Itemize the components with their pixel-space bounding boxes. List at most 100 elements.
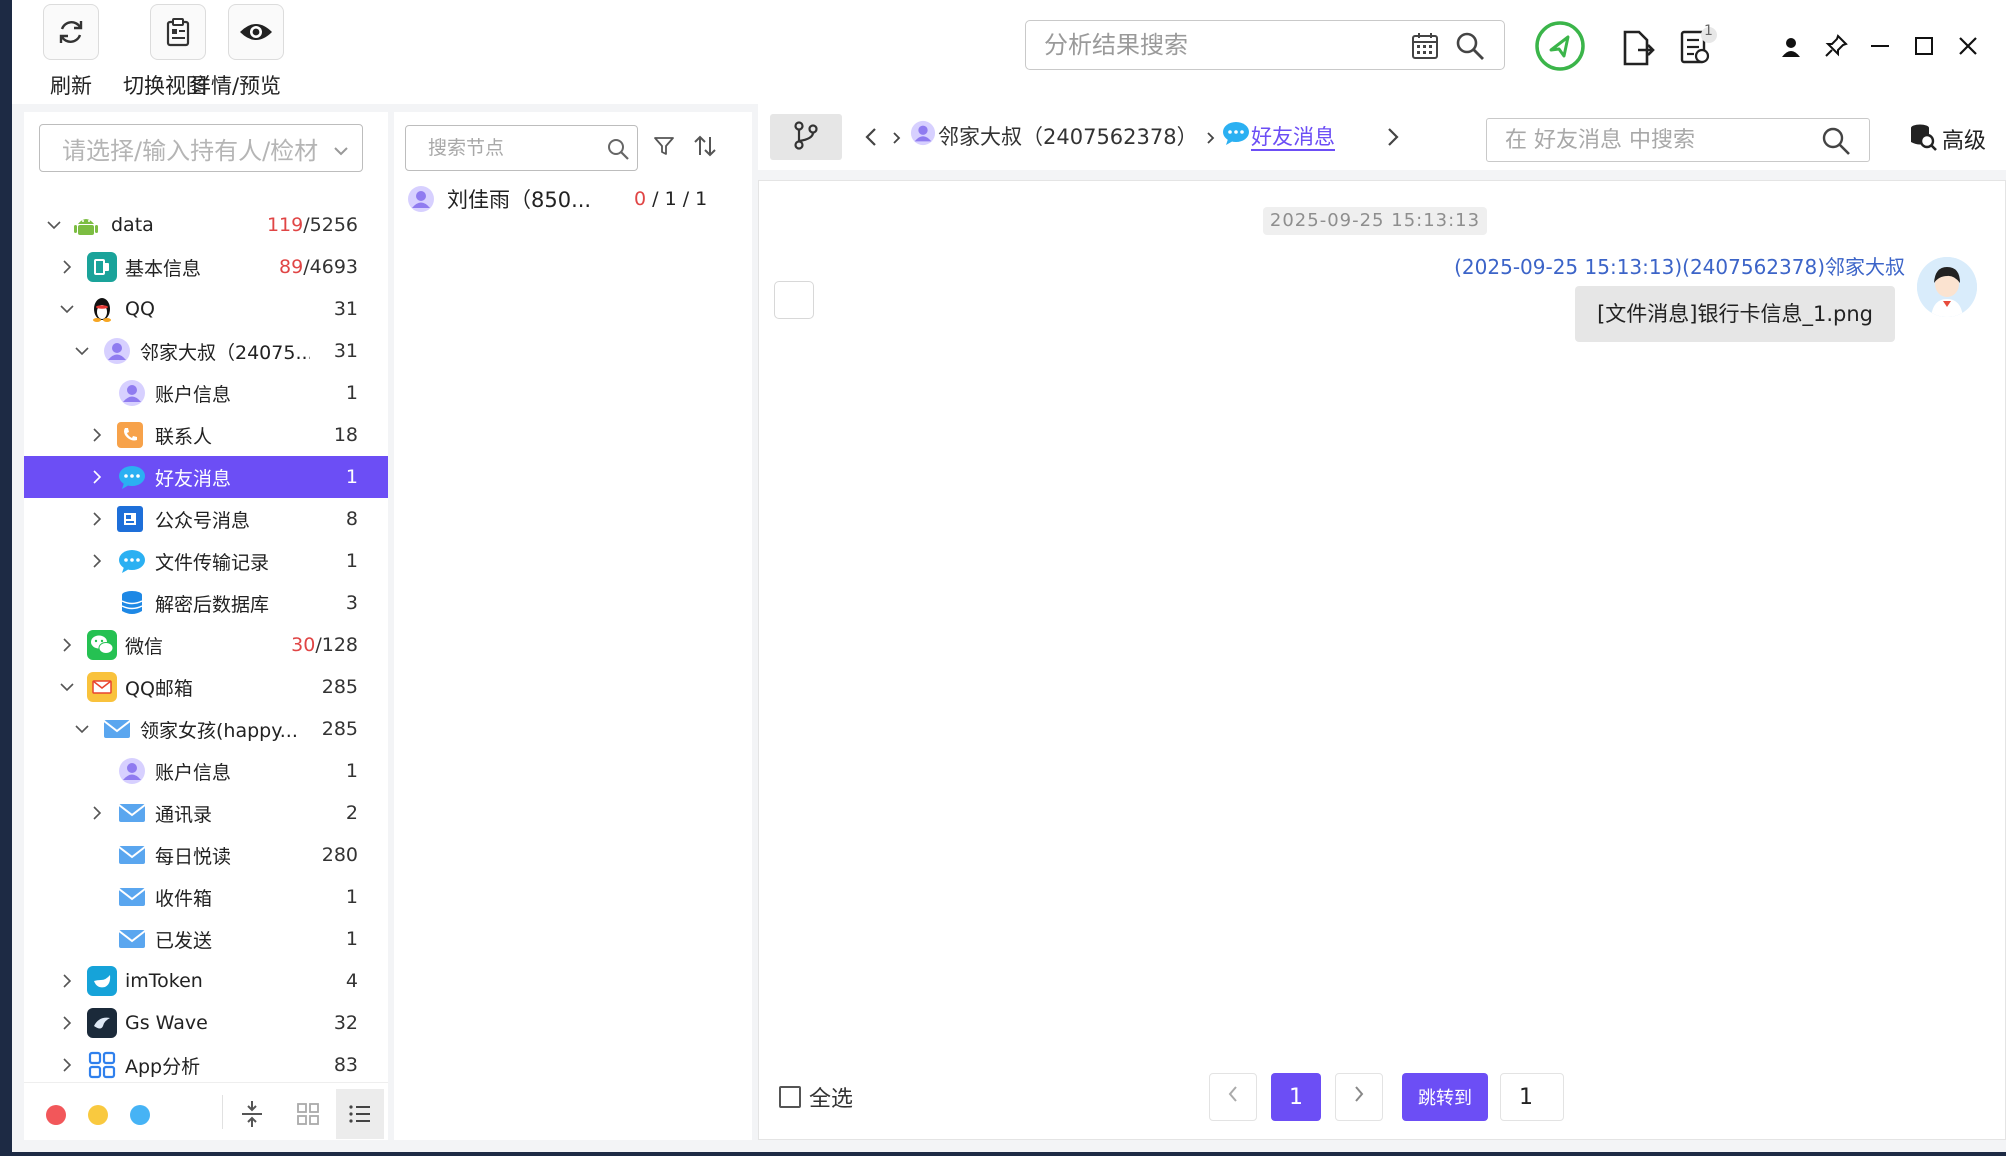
chevron-right-icon[interactable] — [57, 971, 77, 991]
jump-page-input[interactable]: 1 — [1500, 1073, 1564, 1121]
message-checkbox[interactable] — [774, 281, 814, 319]
tree-node-qq[interactable]: QQ 31 — [24, 288, 388, 330]
export-file-icon[interactable] — [1620, 28, 1656, 68]
advanced-search-button[interactable]: 高级 — [1908, 122, 1986, 156]
search-icon[interactable] — [1454, 30, 1486, 62]
chevron-right-icon — [1351, 1084, 1367, 1110]
tree-node-address-book[interactable]: 通讯录 2 — [24, 792, 388, 834]
tree-node-label: 文件传输记录 — [155, 551, 270, 574]
message-bubble[interactable]: [文件消息]银行卡信息_1.png — [1575, 286, 1895, 342]
breadcrumb-account[interactable]: 邻家大叔（2407562378） — [910, 120, 1198, 151]
tree-node-count: 280 — [321, 844, 358, 866]
chevron-right-icon[interactable] — [87, 551, 107, 571]
chat-bubble-icon — [117, 462, 147, 492]
tree-node-data[interactable]: data 119/5256 — [24, 204, 388, 246]
prev-page-button[interactable] — [1209, 1073, 1257, 1121]
envelope-icon — [117, 924, 147, 954]
chevron-right-icon[interactable] — [57, 1013, 77, 1033]
chevron-right-icon[interactable] — [87, 803, 107, 823]
tree-node-qq-account[interactable]: 邻家大叔（24075... 31 — [24, 330, 388, 372]
maximize-icon[interactable] — [1908, 30, 1940, 62]
filter-icon[interactable] — [652, 134, 676, 162]
minimize-icon[interactable] — [1864, 30, 1896, 62]
search-icon[interactable] — [606, 137, 630, 165]
result-search-input[interactable] — [1044, 31, 1404, 59]
tree-node-mail-account-info[interactable]: 账户信息 1 — [24, 750, 388, 792]
chevron-right-icon[interactable] — [57, 1055, 77, 1075]
tree-node-app-analysis[interactable]: App分析 83 — [24, 1044, 388, 1086]
chevron-down-icon — [332, 138, 350, 166]
chevron-down-icon[interactable] — [72, 719, 92, 739]
list-item-count: 0 / 1 / 1 — [634, 188, 708, 210]
task-list-icon[interactable]: 1 — [1678, 23, 1718, 66]
user-icon[interactable] — [1776, 32, 1806, 62]
chat-bubble-icon — [117, 546, 147, 576]
phone-contact-icon — [117, 422, 143, 448]
tree-node-count: 31 — [333, 340, 358, 362]
chevron-down-icon[interactable] — [57, 677, 77, 697]
tree-node-label: 领家女孩(happy... — [140, 719, 298, 742]
chevron-down-icon[interactable] — [57, 299, 77, 319]
tree-node-official-account-messages[interactable]: 公众号消息 8 — [24, 498, 388, 540]
tree-node-file-transfer[interactable]: 文件传输记录 1 — [24, 540, 388, 582]
tree-node-decrypted-db[interactable]: 解密后数据库 3 — [24, 582, 388, 624]
breadcrumb-current[interactable]: 好友消息 — [1222, 120, 1335, 151]
tree-node-qq-mail[interactable]: QQ邮箱 285 — [24, 666, 388, 708]
tree-node-friend-messages[interactable]: 好友消息 1 — [24, 456, 388, 498]
select-all-checkbox[interactable]: 全选 — [779, 1081, 853, 1113]
tree-node-count: 83 — [333, 1054, 358, 1076]
sort-icon[interactable] — [692, 134, 718, 162]
search-icon[interactable] — [1821, 126, 1851, 160]
node-search-input[interactable] — [428, 137, 598, 159]
jump-to-page-button[interactable]: 跳转到 — [1402, 1073, 1488, 1121]
page-number-button[interactable]: 1 — [1271, 1073, 1321, 1121]
android-icon — [71, 210, 101, 240]
message-search-input[interactable] — [1505, 127, 1805, 153]
chevron-down-icon[interactable] — [44, 215, 64, 235]
yellow-tag-dot[interactable] — [88, 1105, 108, 1125]
back-icon[interactable] — [862, 126, 880, 152]
tree-node-sent[interactable]: 已发送 1 — [24, 918, 388, 960]
message-search-box[interactable] — [1486, 118, 1870, 162]
message-sender-line[interactable]: (2025-09-25 15:13:13)(2407562378)邻家大叔 — [1454, 251, 1905, 280]
evidence-tree-panel: 请选择/输入持有人/检材 data 119/5256 基本信息 89/4693 — [24, 112, 388, 1140]
tree-node-daily-reading[interactable]: 每日悦读 280 — [24, 834, 388, 876]
tree-node-basic-info[interactable]: 基本信息 89/4693 — [24, 246, 388, 288]
tree-node-wechat[interactable]: 微信 30/128 — [24, 624, 388, 666]
next-page-button[interactable] — [1335, 1073, 1383, 1121]
chevron-down-icon[interactable] — [72, 341, 92, 361]
chevron-right-icon[interactable] — [57, 635, 77, 655]
collapse-all-icon[interactable] — [228, 1089, 276, 1139]
calendar-icon[interactable] — [1410, 31, 1440, 61]
chevron-right-icon[interactable] — [87, 467, 107, 487]
chevron-right-icon[interactable] — [57, 257, 77, 277]
tree-node-mail-account[interactable]: 领家女孩(happy... 285 — [24, 708, 388, 750]
close-icon[interactable] — [1952, 30, 1984, 62]
tree-node-account-info[interactable]: 账户信息 1 — [24, 372, 388, 414]
owner-select[interactable]: 请选择/输入持有人/检材 — [39, 124, 363, 172]
chevron-right-icon[interactable] — [87, 425, 107, 445]
tree-node-gs-wave[interactable]: Gs Wave 32 — [24, 1002, 388, 1044]
select-all-label: 全选 — [809, 1087, 854, 1112]
branch-view-button[interactable] — [770, 114, 842, 160]
app-window: 刷新 切换视图 详情/预览 分析结果搜索 1 请选择/输入持有人/检材 data… — [12, 0, 2006, 1152]
tree-node-label: 账户信息 — [155, 383, 232, 406]
result-search-box[interactable] — [1025, 20, 1505, 70]
status-check-icon[interactable] — [1534, 20, 1586, 72]
tree-node-contacts[interactable]: 联系人 18 — [24, 414, 388, 456]
red-tag-dot[interactable] — [46, 1105, 66, 1125]
eye-icon — [228, 4, 284, 60]
list-view-icon[interactable] — [336, 1089, 384, 1139]
forward-icon[interactable] — [1384, 126, 1402, 152]
grid-view-icon[interactable] — [284, 1089, 332, 1139]
tree-node-imtoken[interactable]: imToken 4 — [24, 960, 388, 1002]
node-search-box[interactable] — [405, 125, 638, 171]
pin-icon[interactable] — [1820, 30, 1852, 62]
blue-tag-dot[interactable] — [130, 1105, 150, 1125]
detail-preview-button[interactable]: 详情/预览 — [190, 4, 284, 100]
tree-node-inbox[interactable]: 收件箱 1 — [24, 876, 388, 918]
list-item[interactable]: 刘佳雨（850... 0 / 1 / 1 — [402, 178, 742, 220]
refresh-button[interactable]: 刷新 — [43, 4, 99, 100]
tree-node-count: 4 — [345, 970, 358, 992]
chevron-right-icon[interactable] — [87, 509, 107, 529]
